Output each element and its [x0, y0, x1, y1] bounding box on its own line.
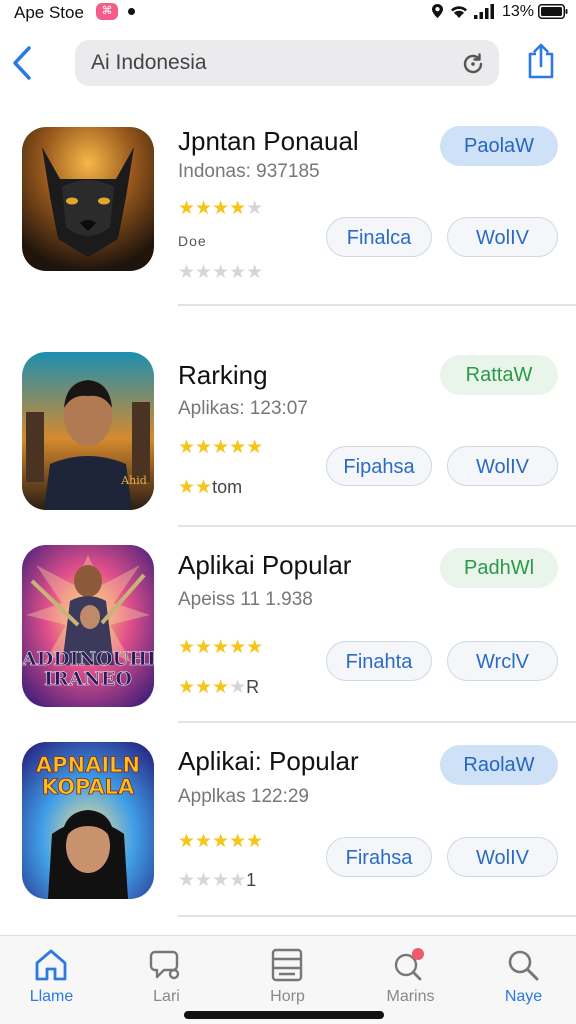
- tertiary-button[interactable]: WolIV: [447, 446, 558, 486]
- carrier-label: Ape Stoe: [14, 3, 84, 22]
- signal-icon: [474, 4, 494, 19]
- app-subtitle: Applkas 122:29: [178, 786, 309, 807]
- primary-button[interactable]: RaolaW: [440, 745, 558, 785]
- primary-button[interactable]: RattaW: [440, 355, 558, 395]
- location-icon: [432, 4, 443, 18]
- row-divider: [178, 721, 576, 723]
- home-icon: [35, 949, 67, 981]
- chat-icon: [149, 950, 180, 980]
- secondary-button[interactable]: Fipahsa: [326, 446, 432, 486]
- secondary-tail: 1: [246, 870, 257, 890]
- tab-label: Horp: [270, 988, 305, 1005]
- app-icon-woman[interactable]: APNAILN KOPALA: [22, 742, 154, 899]
- row-divider: [178, 915, 576, 917]
- secondary-stars: ★★★★★: [178, 262, 264, 283]
- app-subtitle: Apeiss 11 1.938: [178, 589, 313, 610]
- search-icon: [508, 950, 539, 981]
- app-icon-hero[interactable]: Ahid: [22, 352, 154, 510]
- back-button[interactable]: [10, 44, 36, 82]
- secondary-tail: R: [246, 677, 260, 697]
- rating-stars: ★★★★★: [178, 637, 264, 658]
- row-divider: [178, 525, 576, 527]
- row-divider: [178, 304, 576, 306]
- secondary-button[interactable]: Firahsa: [326, 837, 432, 877]
- tab-label: Naye: [504, 988, 543, 1005]
- secondary-button[interactable]: Finalca: [326, 217, 432, 257]
- rating-stars: ★★★★★: [178, 831, 264, 852]
- search-text: Ai Indonesia: [91, 51, 207, 74]
- secondary-label: Doe: [178, 233, 207, 249]
- tab-label: Marins: [386, 988, 435, 1005]
- list-icon: [271, 948, 303, 982]
- app-subtitle: Indonas: 937185: [178, 161, 320, 182]
- app-title: Aplikai: Popular: [178, 746, 359, 776]
- app-subtitle: Aplikas: 123:07: [178, 398, 308, 419]
- tab-label: Llame: [29, 988, 74, 1005]
- secondary-stars: ★★tom: [178, 477, 243, 498]
- tab-chat[interactable]: Lari: [109, 936, 224, 1006]
- battery-percent: 13%: [501, 3, 534, 20]
- refresh-icon[interactable]: [461, 52, 485, 76]
- app-title: Rarking: [178, 360, 268, 390]
- app-icon-warriors[interactable]: ADDINOUHI IRANEO: [22, 545, 154, 707]
- tertiary-button[interactable]: WolIV: [447, 837, 558, 877]
- hero-icon: Ahid: [22, 352, 154, 510]
- carrier-badge: ⌘: [96, 3, 118, 20]
- wifi-icon: [451, 6, 467, 18]
- app-icon-panther[interactable]: [22, 127, 154, 271]
- rating-stars: ★★★★★: [178, 437, 264, 458]
- secondary-stars: ★★★★1: [178, 870, 257, 891]
- secondary-button[interactable]: Finahta: [326, 641, 432, 681]
- app-icon-text: ADDINOUHI IRANEO: [22, 648, 154, 690]
- tertiary-button[interactable]: WrclV: [447, 641, 558, 681]
- secondary-stars: ★★★★R: [178, 677, 260, 698]
- battery-icon: [538, 4, 568, 19]
- primary-button[interactable]: PaolaW: [440, 126, 558, 166]
- secondary-tail: tom: [212, 477, 243, 497]
- share-icon[interactable]: [527, 42, 555, 80]
- app-title: Jpntan Ponaual: [178, 126, 359, 156]
- app-icon-text: APNAILN KOPALA: [35, 753, 141, 799]
- search-input[interactable]: Ai Indonesia: [75, 40, 499, 86]
- tab-search[interactable]: Naye: [466, 936, 576, 1006]
- rating-stars: ★★★★★: [178, 198, 264, 219]
- status-dot: [128, 8, 135, 15]
- tertiary-button[interactable]: WolIV: [447, 217, 558, 257]
- tab-notifications[interactable]: Marins: [353, 936, 468, 1006]
- svg-text:Ahid: Ahid: [120, 474, 147, 487]
- primary-button[interactable]: PadhWl: [440, 548, 558, 588]
- tab-label: Lari: [153, 988, 180, 1005]
- home-indicator[interactable]: [184, 1011, 384, 1019]
- tab-list[interactable]: Horp: [230, 936, 345, 1006]
- panther-icon: [22, 127, 154, 271]
- app-title: Aplikai Popular: [178, 550, 352, 580]
- notification-icon: [394, 948, 424, 981]
- status-bar: Ape Stoe ⌘ 13%: [0, 0, 576, 28]
- tab-home[interactable]: Llame: [0, 936, 109, 1006]
